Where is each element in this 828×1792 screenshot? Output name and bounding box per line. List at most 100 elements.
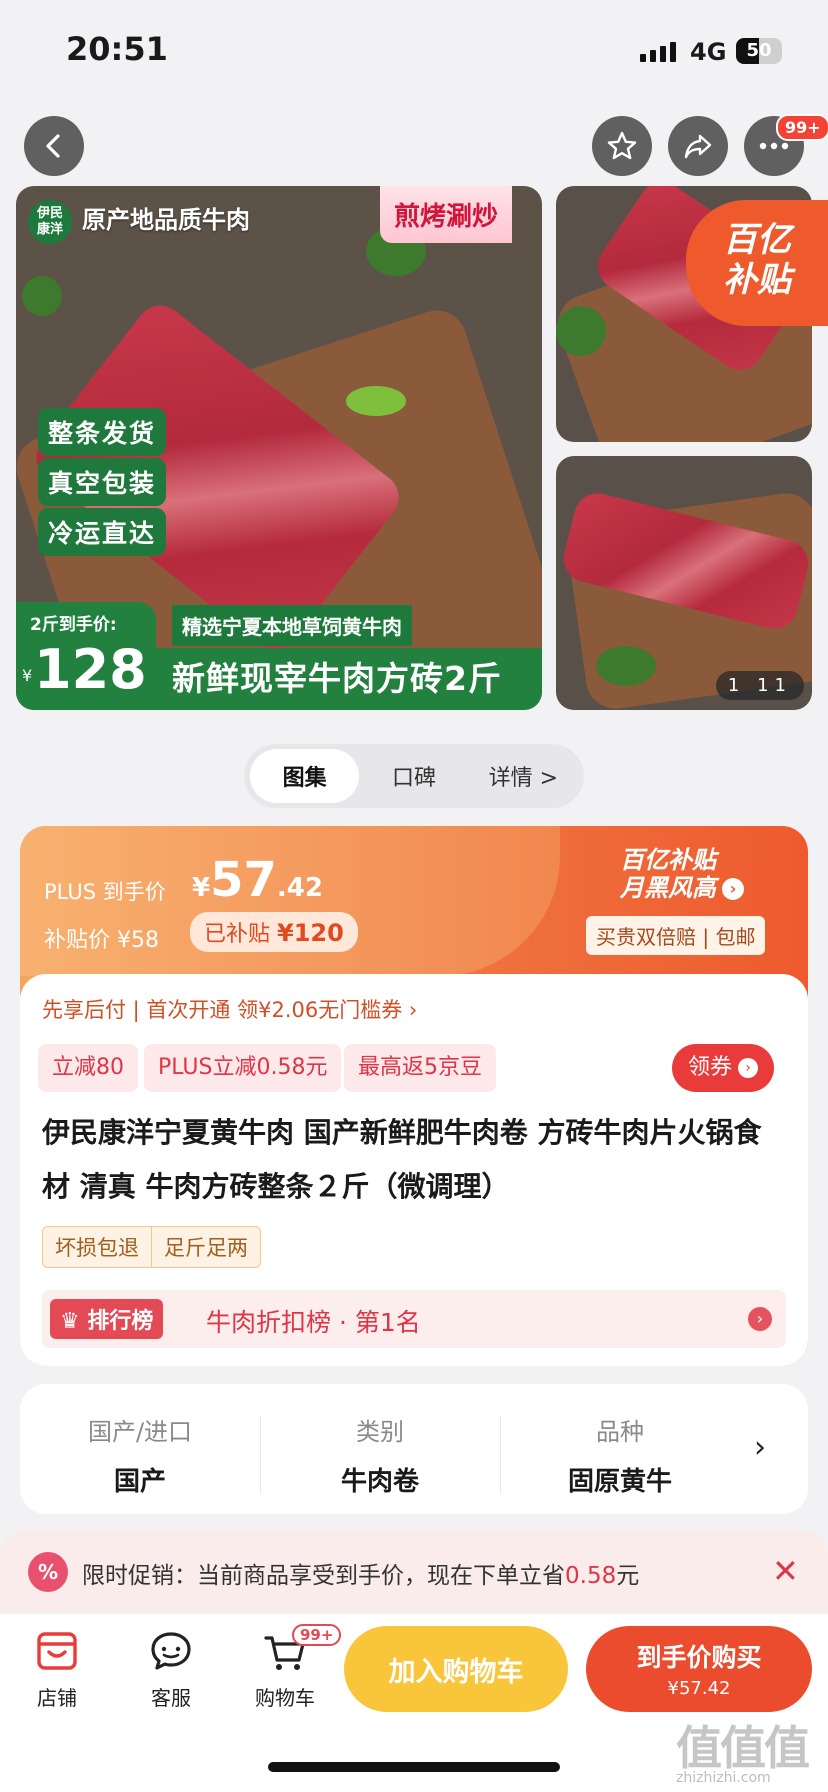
- attr-key: 类别: [356, 1418, 404, 1446]
- signal-icon: [640, 42, 676, 62]
- ranking-tag-label: 排行榜: [87, 1309, 154, 1334]
- coupon-label: 领券: [688, 1055, 733, 1080]
- image-price-label: 2斤到手价:: [30, 615, 117, 635]
- attr-key: 国产/进口: [87, 1418, 193, 1446]
- herb-leaf: [556, 306, 606, 356]
- home-indicator[interactable]: [268, 1762, 560, 1772]
- ranking-text: 牛肉折扣榜 · 第1名: [206, 1308, 421, 1337]
- tab-reviews[interactable]: 口碑: [359, 749, 468, 803]
- store-label: 店铺: [37, 1686, 77, 1710]
- plus-discount-chip[interactable]: PLUS立减0.58元: [144, 1044, 342, 1092]
- subsidy-badge: 百亿 补贴: [686, 200, 828, 326]
- thumbnail-2[interactable]: 1 11: [556, 456, 812, 710]
- gallery-tabs: 图集 口碑 详情 >: [244, 744, 584, 808]
- battery-icon: 50: [736, 38, 782, 64]
- attr-category: 类别 牛肉卷: [260, 1412, 500, 1498]
- buy-now-price: ¥57.42: [667, 1678, 731, 1699]
- image-price-symbol: ¥: [22, 666, 33, 685]
- share-icon: [684, 134, 712, 159]
- attr-value: 固原黄牛: [567, 1467, 672, 1497]
- subsidy-price-label: 补贴价 ¥58: [44, 928, 159, 953]
- back-arrow-icon: [46, 134, 60, 158]
- service-tags[interactable]: 坏损包退 足斤足两: [42, 1226, 261, 1268]
- guarantee-badge: 买贵双倍赔 | 包邮: [586, 916, 766, 955]
- tag-vacuum-pack: 真空包装: [38, 458, 167, 506]
- watermark-logo: 值值值: [676, 1721, 810, 1775]
- brand-chip-text: 伊民 康洋: [36, 206, 63, 237]
- tab-gallery[interactable]: 图集: [250, 749, 360, 803]
- battery-level: 50: [746, 40, 772, 61]
- plus-price-symbol: ¥: [192, 873, 211, 903]
- service-label: 客服: [151, 1686, 191, 1710]
- add-to-cart-button[interactable]: 加入购物车: [344, 1626, 568, 1712]
- jd-bean-chip[interactable]: 最高返5京豆: [344, 1044, 496, 1092]
- network-label: 4G: [690, 38, 727, 66]
- plus-price-int: 57: [210, 852, 277, 908]
- get-coupon-button[interactable]: 领券 ›: [672, 1044, 775, 1092]
- attr-value: 牛肉卷: [340, 1467, 419, 1497]
- favorite-button[interactable]: [592, 116, 652, 176]
- tag-whole-ship: 整条发货: [38, 408, 167, 456]
- plus-price-dec: .42: [276, 873, 323, 903]
- back-button[interactable]: [24, 116, 84, 176]
- store-button[interactable]: 店铺: [12, 1628, 102, 1711]
- origin-text: 原产地品质牛肉: [82, 206, 250, 234]
- pay-later-link[interactable]: 先享后付 | 首次开通 领¥2.06无门槛券 ›: [42, 994, 417, 1024]
- trophy-icon: ♛: [60, 1309, 88, 1334]
- cart-label: 购物车: [255, 1686, 315, 1710]
- brand-logo: 伊民 康洋: [28, 200, 72, 244]
- tag-cold-chain: 冷运直达: [38, 508, 167, 556]
- product-title: 伊民康洋宁夏黄牛肉 国产新鲜肥牛肉卷 方砖牛肉片火锅食材 清真 牛肉方砖整条２斤…: [42, 1116, 762, 1203]
- promo-text-prefix: 限时促销：当前商品享受到手价，现在下单立省: [82, 1563, 565, 1589]
- status-bar: 20:51 4G 50: [0, 0, 828, 100]
- subsidy-badge-line2: 补贴: [723, 260, 791, 300]
- herb-leaf: [22, 276, 62, 316]
- tag-full-weight: 足斤足两: [151, 1227, 260, 1267]
- watermark-url: zhizhizhi.com: [676, 1770, 771, 1786]
- plus-price-label: PLUS 到手价: [44, 880, 166, 904]
- tag-damage-refund: 坏损包退: [55, 1236, 139, 1260]
- subsidy-amount-prefix: 已补贴: [204, 922, 277, 947]
- ranking-row[interactable]: ♛ 排行榜 牛肉折扣榜 · 第1名 ›: [42, 1290, 786, 1348]
- more-dots-icon: [759, 142, 789, 150]
- service-button[interactable]: 客服: [126, 1628, 216, 1711]
- promo-text: 限时促销：当前商品享受到手价，现在下单立省0.58元: [82, 1556, 639, 1590]
- subsidy-badge-line1: 百亿: [723, 220, 791, 260]
- counter-current: 1: [727, 675, 746, 696]
- notification-badge: 99+: [776, 114, 828, 141]
- promo-text-suffix: 元: [616, 1563, 640, 1589]
- cook-tag: 煎烤涮炒: [380, 186, 513, 243]
- image-price-value: 128: [34, 638, 147, 701]
- buy-now-button[interactable]: 到手价购买 ¥57.42: [586, 1626, 812, 1712]
- discount-chip[interactable]: 立减80: [38, 1044, 138, 1092]
- ranking-tag: ♛ 排行榜: [50, 1299, 164, 1339]
- tab-details[interactable]: 详情 >: [469, 749, 578, 803]
- main-product-image[interactable]: 伊民 康洋 原产地品质牛肉 煎烤涮炒 整条发货 真空包装 冷运直达 精选宁夏本地…: [16, 186, 542, 710]
- attr-breed: 品种 固原黄牛: [500, 1412, 740, 1498]
- chevron-right-icon: ›: [722, 878, 744, 900]
- buy-now-label: 到手价购买: [636, 1643, 762, 1672]
- plus-price: ¥57.42: [192, 852, 323, 908]
- subsidy-brand-link[interactable]: 百亿补贴 月黑风高 ›: [620, 846, 744, 902]
- star-icon: [607, 131, 637, 160]
- subsidy-amount-pill: 已补贴 ¥120: [190, 912, 358, 952]
- image-big-title: 新鲜现宰牛肉方砖2斤: [156, 648, 542, 710]
- store-icon: [37, 1632, 77, 1670]
- subsidy-brand-line2: 月黑风高: [620, 874, 716, 902]
- close-icon[interactable]: ✕: [772, 1552, 799, 1590]
- status-time: 20:51: [66, 30, 168, 68]
- chevron-right-icon: ›: [748, 1307, 772, 1331]
- product-info-panel: 先享后付 | 首次开通 领¥2.06无门槛券 › 立减80 PLUS立减0.58…: [20, 974, 808, 1366]
- attr-origin: 国产/进口 国产: [20, 1412, 260, 1498]
- subsidy-amount: ¥120: [277, 919, 344, 947]
- promo-saving: 0.58: [565, 1563, 617, 1589]
- image-bottom-strip: 精选宁夏本地草饲黄牛肉 新鲜现宰牛肉方砖2斤 2斤到手价: ¥ 128: [16, 602, 542, 710]
- share-button[interactable]: [668, 116, 728, 176]
- percent-icon: %: [28, 1552, 68, 1592]
- herb-leaf: [596, 646, 656, 686]
- promo-bar: % 限时促销：当前商品享受到手价，现在下单立省0.58元 ✕: [0, 1530, 828, 1614]
- attributes-card[interactable]: 国产/进口 国产 类别 牛肉卷 品种 固原黄牛 ›: [20, 1384, 808, 1514]
- chevron-right-icon: ›: [754, 1430, 766, 1465]
- sub-banner: 精选宁夏本地草饲黄牛肉: [172, 605, 412, 646]
- chat-icon: [151, 1632, 191, 1670]
